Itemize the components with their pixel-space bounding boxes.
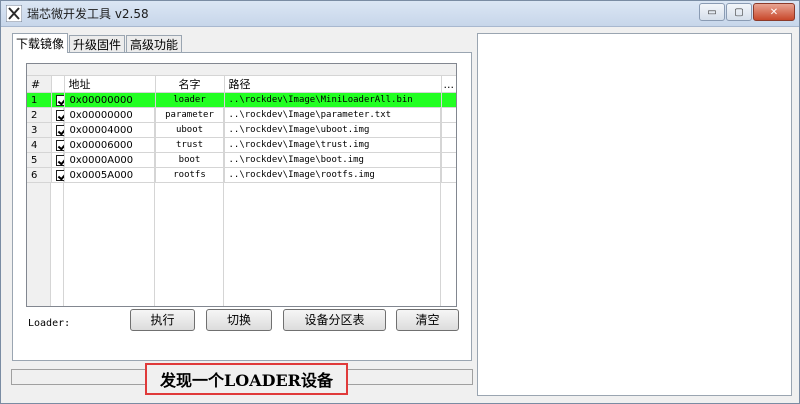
col-header-address[interactable]: 地址	[64, 76, 156, 93]
checkbox-checked-icon[interactable]	[55, 139, 63, 151]
row-address[interactable]: 0x00004000	[64, 122, 156, 138]
row-address[interactable]: 0x00000000	[64, 107, 156, 123]
row-checkbox[interactable]	[51, 137, 65, 153]
row-checkbox[interactable]	[51, 152, 65, 168]
row-browse-cell[interactable]	[441, 167, 456, 183]
minimize-button[interactable]: ▭	[699, 3, 725, 21]
status-message: 发现一个LOADER设备	[145, 363, 348, 395]
title-bar: 瑞芯微开发工具 v2.58 ▭ ▢ ✕	[1, 1, 799, 27]
checkbox-checked-icon[interactable]	[55, 94, 63, 106]
col-header-path[interactable]: 路径	[224, 76, 442, 93]
row-path[interactable]: ..\rockdev\Image\parameter.txt	[224, 107, 442, 123]
rockchip-tool-icon	[6, 5, 22, 22]
row-path[interactable]: ..\rockdev\Image\boot.img	[224, 152, 442, 168]
row-checkbox[interactable]	[51, 122, 65, 138]
checkbox-checked-icon[interactable]	[55, 124, 63, 136]
table-row[interactable]: 1 0x00000000 loader ..\rockdev\Image\Min…	[27, 92, 456, 108]
maximize-button[interactable]: ▢	[726, 3, 752, 21]
row-browse-cell[interactable]	[441, 137, 456, 153]
table-row[interactable]: 6 0x0005A000 rootfs ..\rockdev\Image\roo…	[27, 167, 456, 183]
row-checkbox[interactable]	[51, 107, 65, 123]
row-path[interactable]: ..\rockdev\Image\trust.img	[224, 137, 442, 153]
row-browse-cell[interactable]	[441, 152, 456, 168]
row-index: 1	[27, 92, 52, 108]
switch-button[interactable]: 切换	[206, 309, 272, 331]
tab-download-image[interactable]: 下载镜像	[12, 33, 69, 53]
row-address[interactable]: 0x00006000	[64, 137, 156, 153]
row-name[interactable]: rootfs	[155, 167, 225, 183]
row-index: 5	[27, 152, 52, 168]
row-checkbox[interactable]	[51, 167, 65, 183]
partition-table: # 地址 名字 路径 ... 1 0x00000000 loader ..\ro…	[27, 76, 456, 183]
row-path[interactable]: ..\rockdev\Image\rootfs.img	[224, 167, 442, 183]
table-row[interactable]: 2 0x00000000 parameter ..\rockdev\Image\…	[27, 107, 456, 123]
checkbox-checked-icon[interactable]	[55, 169, 63, 181]
app-window: 瑞芯微开发工具 v2.58 ▭ ▢ ✕ 下载镜像 升级固件 高级功能 # 地址 …	[0, 0, 800, 404]
col-header-more[interactable]: ...	[441, 76, 456, 93]
table-row[interactable]: 3 0x00004000 uboot ..\rockdev\Image\uboo…	[27, 122, 456, 138]
checkbox-checked-icon[interactable]	[55, 109, 63, 121]
partition-list[interactable]: # 地址 名字 路径 ... 1 0x00000000 loader ..\ro…	[26, 63, 457, 307]
row-name[interactable]: boot	[155, 152, 225, 168]
tab-strip: 下载镜像 升级固件 高级功能	[12, 33, 183, 54]
row-index: 4	[27, 137, 52, 153]
table-header: # 地址 名字 路径 ...	[27, 76, 456, 93]
checkbox-checked-icon[interactable]	[55, 154, 63, 166]
row-browse-cell[interactable]	[441, 122, 456, 138]
row-path[interactable]: ..\rockdev\Image\MiniLoaderAll.bin	[224, 92, 442, 108]
row-name[interactable]: uboot	[155, 122, 225, 138]
row-address[interactable]: 0x00000000	[64, 92, 156, 108]
row-index: 6	[27, 167, 52, 183]
col-header-name[interactable]: 名字	[155, 76, 225, 93]
col-header-check[interactable]	[51, 76, 65, 93]
list-top-strip	[27, 64, 456, 76]
row-index: 2	[27, 107, 52, 123]
partition-table-button[interactable]: 设备分区表	[283, 309, 386, 331]
row-browse-cell[interactable]	[441, 107, 456, 123]
row-name[interactable]: parameter	[155, 107, 225, 123]
table-row[interactable]: 5 0x0000A000 boot ..\rockdev\Image\boot.…	[27, 152, 456, 168]
close-button[interactable]: ✕	[753, 3, 795, 21]
row-checkbox[interactable]	[51, 92, 65, 108]
loader-label: Loader:	[28, 318, 71, 329]
row-browse-cell[interactable]	[441, 92, 456, 108]
log-output-pane[interactable]	[477, 33, 792, 396]
table-row[interactable]: 4 0x00006000 trust ..\rockdev\Image\trus…	[27, 137, 456, 153]
row-name[interactable]: loader	[155, 92, 225, 108]
download-image-panel: # 地址 名字 路径 ... 1 0x00000000 loader ..\ro…	[12, 52, 472, 361]
col-header-index[interactable]: #	[27, 76, 52, 93]
row-index: 3	[27, 122, 52, 138]
execute-button[interactable]: 执行	[130, 309, 195, 331]
clear-button[interactable]: 清空	[396, 309, 459, 331]
row-address[interactable]: 0x0000A000	[64, 152, 156, 168]
row-name[interactable]: trust	[155, 137, 225, 153]
row-path[interactable]: ..\rockdev\Image\uboot.img	[224, 122, 442, 138]
row-address[interactable]: 0x0005A000	[64, 167, 156, 183]
window-title: 瑞芯微开发工具 v2.58	[27, 7, 149, 21]
window-controls: ▭ ▢ ✕	[699, 3, 795, 21]
